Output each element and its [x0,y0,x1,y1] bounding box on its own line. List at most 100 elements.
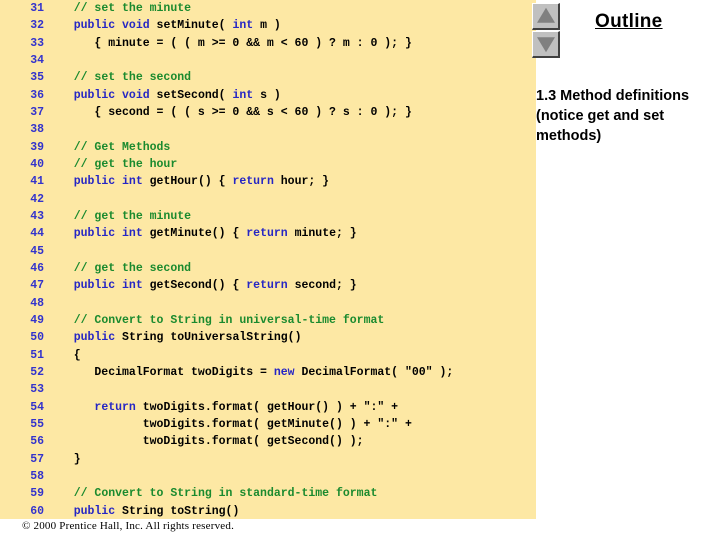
code-line: 40 // get the hour [0,156,536,173]
code-text: // set the minute [53,0,191,17]
line-number: 54 [30,400,44,414]
outline-pane: Outline 1.3 Method definitions (notice ge… [532,0,720,540]
code-token: // set the second [73,71,192,85]
code-token: // Get Methods [73,140,171,154]
code-token: getHour() { [142,175,233,189]
code-line: 33 { minute = ( ( m >= 0 && m < 60 ) ? m… [0,35,536,52]
line-number: 33 [30,36,44,50]
code-token: DecimalFormat twoDigits = [53,365,274,379]
code-token: // get the second [73,261,192,275]
scroll-button-group [532,3,562,59]
outline-entry: methods) [536,128,602,144]
line-number: 42 [30,192,44,206]
code-token: twoDigits.format( getHour() ) + ":" + [135,400,399,414]
line-number: 47 [30,279,44,293]
code-listing-panel: 31 // set the minute 32 public void setMi… [0,0,536,519]
code-text: return twoDigits.format( getHour() ) + "… [53,399,398,416]
line-number: 38 [30,123,44,137]
code-token: } [53,452,81,466]
outline-entry: 1.3 Method definitions [536,88,690,104]
code-token: hour; } [273,175,330,189]
code-line: 37 { second = ( ( s >= 0 && s < 60 ) ? s… [0,104,536,121]
code-line: 31 // set the minute [0,0,536,17]
code-text: } [53,451,81,468]
code-line: 47 public int getSecond() { return secon… [0,277,536,294]
code-token: setMinute( [149,19,233,33]
code-text: public void setSecond( int s ) [53,87,281,104]
code-text: // get the second [53,260,191,277]
code-line: 53 [0,381,536,398]
line-number: 48 [30,296,44,310]
line-number: 60 [30,504,44,518]
code-token: s ) [253,88,281,102]
line-number: 32 [30,19,44,33]
code-line: 45 [0,243,536,260]
scroll-down-button[interactable] [532,31,560,58]
code-text: public String toUniversalString() [53,329,302,346]
code-token: public [73,331,116,345]
code-line: 48 [0,295,536,312]
code-line: 36 public void setSecond( int s ) [0,87,536,104]
code-token: String toUniversalString() [115,331,302,345]
code-line: 50 public String toUniversalString() [0,329,536,346]
code-line: 56 twoDigits.format( getSecond() ); [0,433,536,450]
copyright-footer: © 2000 Prentice Hall, Inc. All rights re… [22,520,235,532]
code-token: { [53,348,81,362]
line-number: 41 [30,175,44,189]
code-token: // get the hour [73,157,178,171]
line-number: 31 [30,2,44,15]
code-token: { second = ( ( s >= 0 && s < 60 ) ? s : … [53,105,412,119]
code-token: getMinute() { [142,227,247,241]
code-text: { [53,347,81,364]
line-number: 55 [30,417,44,431]
code-line: 59 // Convert to String in standard-time… [0,485,536,502]
code-token: { minute = ( ( m >= 0 && m < 60 ) ? m : … [53,36,412,50]
code-token: return [246,227,288,241]
code-text: DecimalFormat twoDigits = new DecimalFor… [53,364,453,381]
line-number: 51 [30,348,44,362]
code-line: 58 [0,468,536,485]
scroll-up-button[interactable] [532,3,560,30]
code-token: public int [73,227,143,241]
code-token: public void [73,88,150,102]
code-line: 51 { [0,347,536,364]
code-token: second; } [287,279,357,293]
code-token: // Convert to String in standard-time fo… [73,487,378,501]
code-token: DecimalFormat( "00" ); [294,365,454,379]
code-token: int [232,88,254,102]
code-line: 49 // Convert to String in universal-tim… [0,312,536,329]
code-token: twoDigits.format( getSecond() ); [53,435,364,449]
line-number: 36 [30,88,44,102]
code-token: String toString() [115,504,240,518]
code-text: public void setMinute( int m ) [53,17,281,34]
line-number: 37 [30,105,44,119]
code-line: 44 public int getMinute() { return minut… [0,225,536,242]
line-number: 40 [30,157,44,171]
code-token: setSecond( [149,88,233,102]
code-text: // get the hour [53,156,178,173]
triangle-down-icon [536,37,555,53]
code-line: 39 // Get Methods [0,139,536,156]
code-text: public int getSecond() { return second; … [53,277,357,294]
code-line: 42 [0,191,536,208]
code-line: 35 // set the second [0,69,536,86]
line-number: 53 [30,383,44,397]
triangle-up-icon [536,7,555,23]
code-token: int [232,19,254,33]
code-token: // set the minute [73,2,192,15]
line-number: 45 [30,244,44,258]
code-token: // Convert to String in universal-time f… [73,313,385,327]
code-line: 43 // get the minute [0,208,536,225]
